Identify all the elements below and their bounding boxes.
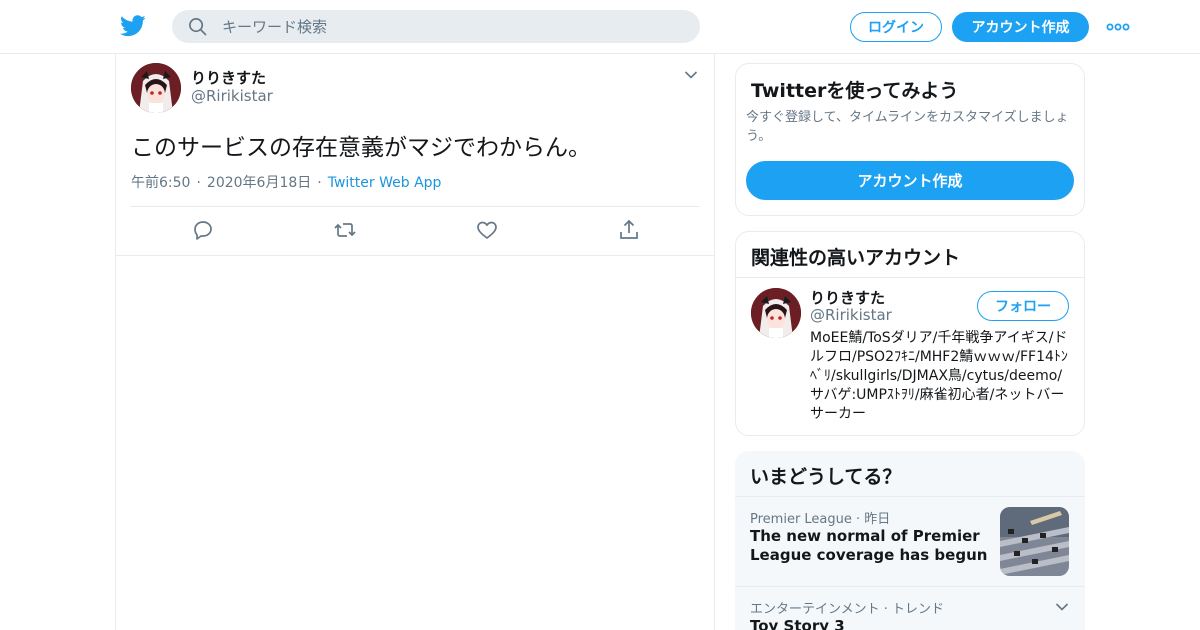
signup-button[interactable]: アカウント作成: [952, 12, 1089, 42]
trend-meta: Premier League · 昨日: [750, 508, 890, 527]
tweet-time[interactable]: 午前6:50: [131, 175, 190, 191]
retweet-icon[interactable]: [333, 218, 357, 242]
search-icon: [189, 18, 207, 36]
trend-title: The new normal of Premier League coverag…: [750, 527, 988, 564]
follow-button[interactable]: フォロー: [977, 291, 1069, 321]
top-navigation-bar: ログイン アカウント作成: [0, 0, 1200, 54]
like-heart-icon[interactable]: [475, 218, 499, 242]
trends-card: いまどうしてる？ Premier League · 昨日 The new nor…: [735, 451, 1085, 630]
avatar-character-icon: [751, 288, 801, 338]
card-title: Twitterを使ってみよう: [751, 80, 959, 102]
tweet-date[interactable]: 2020年6月18日: [207, 175, 311, 191]
tweet-author-handle[interactable]: @Ririkistar: [191, 87, 273, 105]
divider: [736, 277, 1084, 278]
chevron-down-icon[interactable]: [684, 70, 698, 80]
related-accounts-card: 関連性の高いアカウント りりきすた @Ririkistar フォロー MoEE鯖…: [735, 231, 1085, 436]
tweet-action-bar: [116, 218, 716, 244]
card-description: 今すぐ登録して、タイムラインをカスタマイズしましょう。: [746, 110, 1069, 144]
divider: [735, 496, 1085, 497]
main-timeline-column: りりきすた @Ririkistar このサービスの存在意義がマジでわからん。 午…: [115, 54, 715, 630]
tweet-metadata: 午前6:50 · 2020年6月18日 · Twitter Web App: [131, 172, 441, 192]
twitter-bird-logo-icon[interactable]: [120, 14, 146, 38]
account-display-name[interactable]: りりきすた: [810, 287, 885, 308]
search-box[interactable]: [172, 10, 700, 43]
tweet-detail: りりきすた @Ririkistar このサービスの存在意義がマジでわからん。 午…: [116, 54, 714, 256]
tweet-text: このサービスの存在意義がマジでわからん。: [131, 135, 591, 161]
tweet-author-name[interactable]: りりきすた: [191, 67, 266, 88]
chevron-down-icon[interactable]: [1055, 602, 1069, 612]
avatar[interactable]: [131, 63, 181, 113]
more-options-icon[interactable]: [1106, 19, 1130, 35]
divider: [130, 206, 700, 207]
card-title: 関連性の高いアカウント: [751, 247, 961, 269]
trend-category: Premier League: [750, 512, 852, 527]
trend-thumbnail: [1000, 507, 1069, 576]
separator-dot: ·: [196, 175, 201, 191]
signup-prompt-card: Twitterを使ってみよう 今すぐ登録して、タイムラインをカスタマイズしましょ…: [735, 63, 1085, 216]
stadium-thumbnail-icon: [1000, 507, 1069, 576]
divider: [735, 586, 1085, 587]
reply-icon[interactable]: [191, 218, 215, 242]
search-input[interactable]: [222, 10, 682, 43]
create-account-button[interactable]: アカウント作成: [746, 161, 1074, 200]
tweet-source-link[interactable]: Twitter Web App: [328, 175, 442, 191]
trend-time: 昨日: [864, 512, 891, 527]
account-handle[interactable]: @Ririkistar: [810, 306, 892, 324]
share-icon[interactable]: [617, 218, 641, 242]
card-title: いまどうしてる？: [750, 466, 902, 488]
avatar-character-icon: [131, 63, 181, 113]
login-button[interactable]: ログイン: [850, 12, 942, 42]
trend-title: Toy Story 3: [750, 617, 845, 630]
avatar[interactable]: [751, 288, 801, 338]
account-bio: MoEE鯖/ToSダリア/千年戦争アイギス/ドルフロ/PSO2ﾌｷﾆ/MHF2鯖…: [810, 330, 1068, 422]
separator-dot: ·: [317, 175, 322, 191]
trend-category: エンターテインメント · トレンド: [750, 602, 945, 617]
